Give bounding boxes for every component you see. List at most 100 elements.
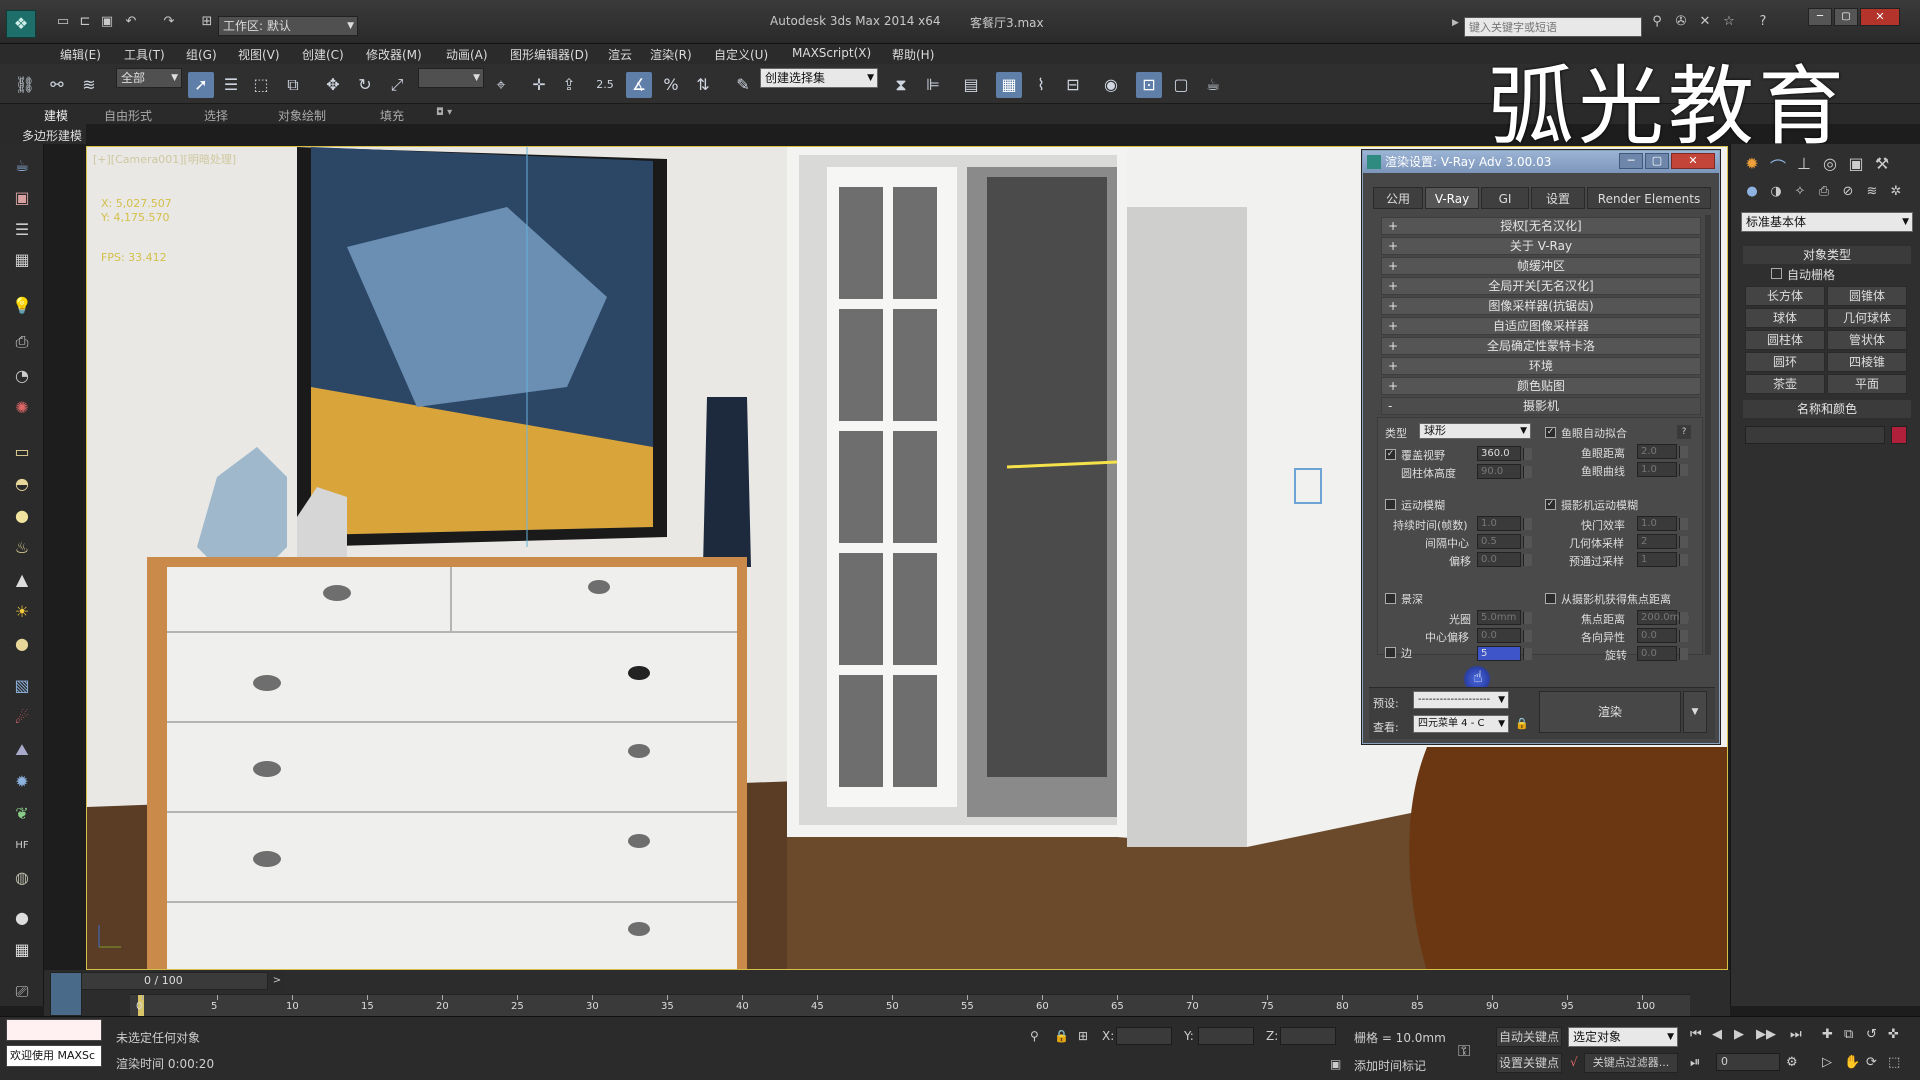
help-icon[interactable]: ? (1754, 14, 1772, 30)
maximize-viewport-icon[interactable]: ⬚ (1888, 1055, 1900, 1070)
geosphere-button[interactable]: 几何球体 (1827, 308, 1907, 328)
link-icon[interactable]: ⛓ (12, 72, 38, 98)
time-tag-icon[interactable]: ▣ (1330, 1057, 1341, 1071)
undo-icon[interactable]: ↶ (122, 14, 140, 30)
menu-customize[interactable]: 自定义(U) (714, 46, 768, 63)
pivot-center-icon[interactable]: ⌖ (488, 72, 514, 98)
camera-help-button[interactable]: ? (1677, 425, 1691, 439)
percent-snap-icon[interactable]: % (658, 72, 684, 98)
rollout-frame-buffer[interactable]: + 帧缓冲区 (1381, 257, 1701, 275)
key-filters-button[interactable]: 关键点过滤器... (1584, 1053, 1678, 1073)
absolute-mode-icon[interactable]: ⊞ (1078, 1029, 1088, 1043)
search-input[interactable] (1464, 17, 1642, 37)
pyramid-button[interactable]: 四棱锥 (1827, 352, 1907, 372)
material-editor-icon[interactable]: ◉ (1098, 72, 1124, 98)
arc-rotate-icon[interactable]: ⟳ (1866, 1055, 1877, 1070)
torus-button[interactable]: 圆环 (1745, 352, 1825, 372)
lock-view-icon[interactable]: 🔒 (1515, 717, 1529, 731)
play-icon[interactable]: ▶ (1734, 1027, 1744, 1042)
motion-blur-checkbox[interactable] (1385, 499, 1396, 510)
preset-dropdown[interactable]: -------------------- ▼ (1413, 691, 1509, 709)
display-tab-icon[interactable]: ▣ (1845, 154, 1867, 176)
light-icon[interactable]: 💡 (10, 294, 34, 318)
cylinder-button[interactable]: 圆柱体 (1745, 330, 1825, 350)
auto-grid-checkbox[interactable] (1771, 268, 1782, 279)
rollout-adaptive-sampler[interactable]: + 自适应图像采样器 (1381, 317, 1701, 335)
window-crossing-icon[interactable]: ⧉ (280, 72, 306, 98)
selection-filter-dropdown[interactable]: 全部 ▼ (116, 68, 182, 88)
object-color-swatch[interactable] (1891, 426, 1907, 444)
from-camera-focus-checkbox[interactable] (1545, 593, 1556, 604)
anisotropy-spinner[interactable]: 0.0 (1637, 628, 1688, 643)
sky-icon[interactable]: ● (10, 632, 34, 656)
next-frame-icon[interactable]: ▶▶ (1756, 1027, 1776, 1042)
focus-distance-spinner[interactable]: 200.0mm (1637, 610, 1689, 625)
project-folder-icon[interactable]: ⊞ (198, 14, 216, 30)
rollout-image-sampler[interactable]: + 图像采样器(抗锯齿) (1381, 297, 1701, 315)
rotation-spinner[interactable]: 0.0 (1637, 646, 1688, 661)
graphite-toolbar-icon[interactable]: ▦ (996, 72, 1022, 98)
motion-tab-icon[interactable]: ◎ (1819, 154, 1841, 176)
time-next-arrow-icon[interactable]: > (270, 970, 284, 992)
menu-graph-editors[interactable]: 图形编辑器(D) (510, 46, 589, 63)
fov-spinner[interactable]: 360.0 (1477, 446, 1532, 461)
schematic-view-icon[interactable]: ⊟ (1060, 72, 1086, 98)
rollout-authorization[interactable]: + 授权[无名汉化] (1381, 217, 1701, 235)
fisheye-distance-spinner[interactable]: 2.0 (1637, 444, 1688, 459)
paint-icon[interactable]: ▣ (10, 186, 34, 210)
ribbon-tab-object-paint[interactable]: 对象绘制 (278, 107, 326, 124)
sun-icon[interactable]: ☀ (10, 600, 34, 624)
new-file-icon[interactable]: ▭ (54, 14, 72, 30)
reference-coordinate-dropdown[interactable]: ▼ (418, 68, 484, 88)
fisheye-curve-spinner[interactable]: 1.0 (1637, 462, 1688, 477)
hf-icon[interactable]: HF (10, 834, 34, 858)
move-icon[interactable]: ✥ (320, 72, 346, 98)
fur-icon[interactable]: ▧ (10, 674, 34, 698)
texture-icon[interactable]: ◍ (10, 866, 34, 890)
teapot-icon[interactable]: ☕ (10, 154, 34, 178)
goto-end-icon[interactable]: ⏭ (1790, 1027, 1802, 1042)
menu-group[interactable]: 组(G) (186, 46, 217, 63)
selected-object-dropdown[interactable]: 选定对象 ▼ (1568, 1027, 1678, 1047)
keyboard-shortcut-icon[interactable]: ⇪ (556, 72, 582, 98)
prepass-samples-spinner[interactable]: 1 (1637, 552, 1688, 567)
current-frame-field[interactable]: 0 (1716, 1053, 1780, 1071)
sides-checkbox[interactable] (1385, 647, 1396, 658)
sphere-icon[interactable]: ● (10, 906, 34, 930)
rectangular-selection-icon[interactable]: ⬚ (248, 72, 274, 98)
menu-create[interactable]: 创建(C) (302, 46, 344, 63)
menu-modifiers[interactable]: 修改器(M) (366, 46, 422, 63)
teapot-button[interactable]: 茶壶 (1745, 374, 1825, 394)
hair-icon[interactable]: ❦ (10, 802, 34, 826)
view-dropdown[interactable]: 四元菜单 4 - C ▼ (1413, 715, 1509, 733)
ribbon-tab-freeform[interactable]: 自由形式 (104, 107, 152, 124)
geometry-icon[interactable]: ● (1741, 184, 1763, 202)
dome-light-icon[interactable]: ◓ (10, 472, 34, 496)
exchange-icon[interactable]: ✕ (1696, 14, 1714, 30)
spinner-snap-icon[interactable]: ⇅ (690, 72, 716, 98)
plane-button[interactable]: 平面 (1827, 374, 1907, 394)
ribbon-options-icon[interactable]: ◘ ▾ (436, 107, 452, 118)
primitive-category-dropdown[interactable]: 标准基本体 ▼ (1741, 212, 1913, 232)
app-logo-icon[interactable]: ❖ (6, 10, 36, 38)
layer-manager-icon[interactable]: ▤ (958, 72, 984, 98)
close-button[interactable]: ✕ (1860, 8, 1900, 26)
viewport-label[interactable]: [+][Camera001][明暗处理] (93, 151, 236, 167)
helpers-icon[interactable]: ⊘ (1837, 184, 1859, 202)
ribbon-tab-modeling[interactable]: 建模 (44, 107, 68, 124)
rollout-environment[interactable]: + 环境 (1381, 357, 1701, 375)
key-filter-icon[interactable]: √ (1570, 1055, 1578, 1069)
search-arrow-icon[interactable]: ▶ (1452, 18, 1460, 28)
time-config-icon[interactable]: ⚙ (1786, 1055, 1798, 1070)
tab-render-elements[interactable]: Render Elements (1587, 187, 1711, 209)
interval-center-spinner[interactable]: 0.5 (1477, 534, 1532, 549)
dialog-close-button[interactable]: ✕ (1671, 153, 1715, 169)
set-key-button[interactable]: 设置关键点 (1496, 1053, 1562, 1073)
render-production-icon[interactable]: ☕ (1200, 72, 1226, 98)
rendered-frame-window-icon[interactable]: ▢ (1168, 72, 1194, 98)
hierarchy-tab-icon[interactable]: ⊥ (1793, 154, 1815, 176)
cameras-icon[interactable]: ⎙ (1813, 184, 1835, 202)
object-type-header[interactable]: 对象类型 (1743, 246, 1911, 264)
dialog-minimize-button[interactable]: ─ (1619, 153, 1643, 169)
rollout-color-mapping[interactable]: + 颜色贴图 (1381, 377, 1701, 395)
